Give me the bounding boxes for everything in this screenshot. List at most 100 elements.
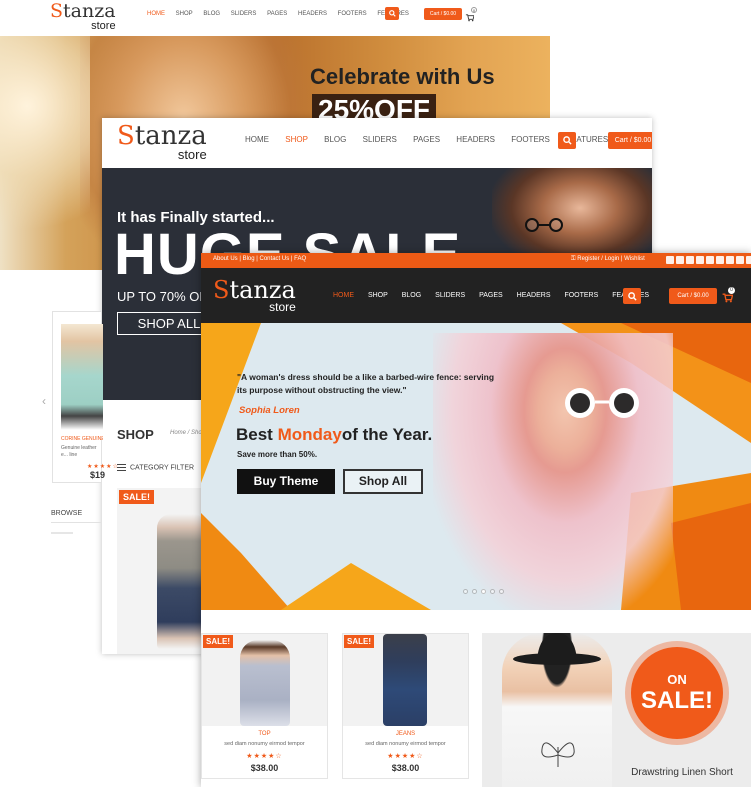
google-plus-icon[interactable] [686,256,694,264]
slider-dot[interactable] [490,589,495,594]
nav-footers[interactable]: FOOTERS [338,11,367,17]
nav-sliders[interactable]: SLIDERS [363,135,397,144]
nav-headers[interactable]: HEADERS [517,292,551,299]
rss-icon[interactable] [746,256,751,264]
social-icons [666,256,751,265]
nav-back: HOME SHOP BLOG SLIDERS PAGES HEADERS FOO… [147,11,409,17]
nav-shop[interactable]: SHOP [285,135,308,144]
header-back: Stanza store HOME SHOP BLOG SLIDERS PAGE… [0,0,550,36]
nav-sliders[interactable]: SLIDERS [231,11,257,17]
browse-title: BROWSE [51,510,83,517]
rating-stars: ★★★★☆ [246,753,283,760]
pinterest-icon[interactable] [736,256,744,264]
logo-rest: tanza [63,0,116,22]
sale-circle-line1: ON [667,672,687,687]
header-middle: Stanza store HOME SHOP BLOG SLIDERS PAGE… [102,118,652,168]
glasses-icon [522,218,568,232]
shop-all-button[interactable]: Shop All [343,469,423,494]
sale-circle: ON SALE! [631,647,723,739]
nav-blog[interactable]: BLOG [203,11,220,17]
nav-footers[interactable]: FOOTERS [511,135,550,144]
slider-dot[interactable] [499,589,504,594]
logo-middle[interactable]: Stanza store [117,123,207,161]
nav-home[interactable]: HOME [333,292,354,299]
search-button[interactable] [558,132,576,149]
search-icon [562,136,572,145]
hero-flowers [0,36,90,270]
buy-theme-button[interactable]: Buy Theme [237,469,335,494]
sale-badge: SALE! [119,490,154,504]
nav-shop[interactable]: SHOP [368,292,388,299]
hat-icon [512,633,602,665]
vimeo-icon[interactable] [716,256,724,264]
cart-button[interactable]: Cart / $0.00 [424,8,462,20]
rating-stars: ★★★★☆ [87,464,119,470]
promo-caption: Drawstring Linen Short [631,767,733,778]
side-product-card[interactable]: CORINE GENUINE LEATHER Genuine leather e… [52,311,118,483]
product-desc: Genuine leather e... line [61,445,97,458]
cart-button[interactable]: Cart / $0.00 [608,132,652,149]
nav-home[interactable]: HOME [245,135,269,144]
divider [51,522,101,523]
logo-initial: S [50,0,64,22]
search-button[interactable] [385,7,399,20]
promo-banner[interactable]: ON SALE! Drawstring Linen Short [482,633,751,787]
slider-dot[interactable] [463,589,468,594]
headline-post: of the Year. [341,425,433,444]
breadcrumb[interactable]: Home / Shop [170,430,205,436]
logo-front[interactable]: Stanza store [213,278,296,313]
nav-pages[interactable]: PAGES [413,135,440,144]
topbar-account: ⚿ Register / Login | Wishlist [571,256,645,263]
slider-dot[interactable] [481,589,486,594]
nav-pages[interactable]: PAGES [479,292,503,299]
product-desc: sed diam nonumy eirmod tempor [365,741,446,747]
nav-home[interactable]: HOME [147,11,165,17]
topbar-blog[interactable]: Blog [243,256,255,262]
topbar-contact[interactable]: Contact Us [260,256,290,262]
cart-count: 0 [728,287,735,294]
product-card[interactable]: SALE! TOP sed diam nonumy eirmod tempor … [201,633,328,779]
cart-button[interactable]: Cart / $0.00 [669,288,717,304]
topbar: About Us | Blog | Contact Us | FAQ ⚿ Reg… [201,253,751,268]
hero-quote: "A woman's dress should be a like a barb… [237,372,495,395]
youtube-icon[interactable] [706,256,714,264]
topbar-faq[interactable]: FAQ [294,256,306,262]
headline-pre: Best [236,425,278,444]
search-button[interactable] [623,288,641,304]
category-filter[interactable]: CATEGORY FILTER [117,464,194,471]
instagram-icon[interactable] [726,256,734,264]
logo-sub: store [91,20,116,32]
nav-headers[interactable]: HEADERS [298,11,327,17]
nav-footers[interactable]: FOOTERS [564,292,598,299]
hero-front: "A woman's dress should be a like a barb… [201,323,751,610]
topbar-about[interactable]: About Us [213,256,238,262]
slider-dot[interactable] [472,589,477,594]
nav-front: HOME SHOP BLOG SLIDERS PAGES HEADERS FOO… [333,292,649,299]
product-category[interactable]: TOP [202,731,327,737]
register-login-link[interactable]: Register / Login [577,256,619,262]
wishlist-link[interactable]: Wishlist [624,256,645,262]
product-image [157,514,207,649]
facebook-icon[interactable] [666,256,674,264]
linkedin-icon[interactable] [696,256,704,264]
screen-front: About Us | Blog | Contact Us | FAQ ⚿ Reg… [201,253,751,787]
product-card[interactable]: SALE! JEANS sed diam nonumy eirmod tempo… [342,633,469,779]
rating-stars: ★★★★☆ [387,753,424,760]
twitter-icon[interactable] [676,256,684,264]
product-price: $38.00 [391,763,420,773]
cart-count: 0 [471,7,477,13]
sale-badge: SALE! [344,635,374,648]
nav-blog[interactable]: BLOG [324,135,346,144]
product-card-middle[interactable]: SALE! [117,488,212,654]
nav-blog[interactable]: BLOG [402,292,421,299]
product-image [61,324,103,439]
nav-pages[interactable]: PAGES [267,11,287,17]
nav-sliders[interactable]: SLIDERS [435,292,465,299]
product-category[interactable]: JEANS [343,731,468,737]
nav-headers[interactable]: HEADERS [456,135,495,144]
product-desc: sed diam nonumy eirmod tempor [224,741,305,747]
nav-shop[interactable]: SHOP [176,11,193,17]
logo-initial: S [213,276,230,304]
logo-back[interactable]: Stanza store [50,0,116,32]
chevron-left-icon[interactable]: ‹ [42,395,50,407]
